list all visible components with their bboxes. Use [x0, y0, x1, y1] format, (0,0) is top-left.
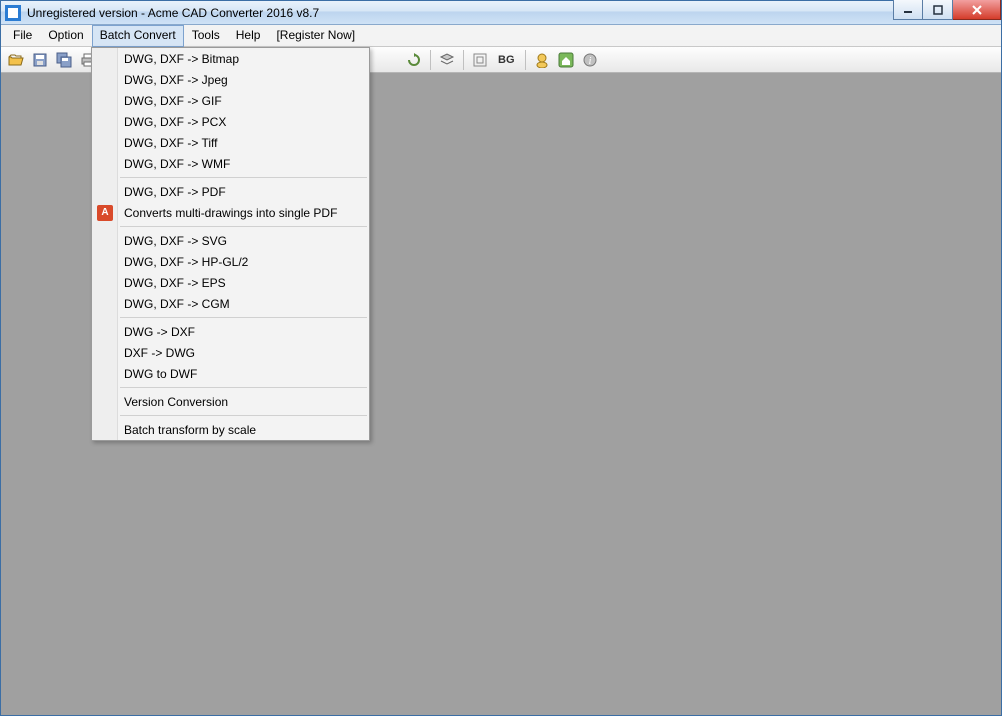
dd-dwg-dxf-pcx[interactable]: DWG, DXF -> PCX — [92, 111, 369, 132]
bg-button[interactable]: BG — [493, 49, 520, 71]
floppy-multi-icon — [56, 52, 72, 68]
save-button[interactable] — [29, 49, 51, 71]
dd-dwg-dxf-cgm[interactable]: DWG, DXF -> CGM — [92, 293, 369, 314]
batch-convert-dropdown: DWG, DXF -> Bitmap DWG, DXF -> Jpeg DWG,… — [91, 47, 370, 441]
dd-dxf-dwg[interactable]: DXF -> DWG — [92, 342, 369, 363]
close-icon — [971, 5, 983, 15]
dd-dwg-dxf-hpgl2[interactable]: DWG, DXF -> HP-GL/2 — [92, 251, 369, 272]
maximize-button[interactable] — [923, 0, 953, 20]
menu-register-now[interactable]: [Register Now] — [268, 25, 363, 47]
dd-multi-single-pdf[interactable]: Converts multi-drawings into single PDF — [92, 202, 369, 223]
app-window: Unregistered version - Acme CAD Converte… — [0, 0, 1002, 716]
info-button[interactable]: i — [579, 49, 601, 71]
bounds-button[interactable] — [469, 49, 491, 71]
home-button[interactable] — [555, 49, 577, 71]
dd-dwg-dxf-pdf[interactable]: DWG, DXF -> PDF — [92, 181, 369, 202]
layers-icon — [439, 52, 455, 68]
app-icon — [5, 5, 21, 21]
toolbar-separator — [525, 50, 526, 70]
bounds-icon — [472, 52, 488, 68]
dropdown-separator — [120, 387, 367, 388]
dd-version-conversion[interactable]: Version Conversion — [92, 391, 369, 412]
maximize-icon — [933, 5, 943, 15]
minimize-icon — [903, 5, 913, 15]
toolbar-separator — [463, 50, 464, 70]
dd-dwg-dxf-gif[interactable]: DWG, DXF -> GIF — [92, 90, 369, 111]
floppy-icon — [32, 52, 48, 68]
dd-dwg-dxf-svg[interactable]: DWG, DXF -> SVG — [92, 230, 369, 251]
menu-file[interactable]: File — [5, 25, 40, 47]
dropdown-separator — [120, 317, 367, 318]
titlebar: Unregistered version - Acme CAD Converte… — [1, 1, 1001, 25]
penguin-icon — [534, 52, 550, 68]
window-title: Unregistered version - Acme CAD Converte… — [27, 6, 319, 20]
dd-dwg-dxf[interactable]: DWG -> DXF — [92, 321, 369, 342]
refresh-icon — [406, 52, 422, 68]
refresh-button[interactable] — [403, 49, 425, 71]
menu-option[interactable]: Option — [40, 25, 91, 47]
window-controls — [893, 1, 1001, 24]
minimize-button[interactable] — [893, 0, 923, 20]
close-button[interactable] — [953, 0, 1001, 20]
home-icon — [558, 52, 574, 68]
dd-dwg-dxf-eps[interactable]: DWG, DXF -> EPS — [92, 272, 369, 293]
open-button[interactable] — [5, 49, 27, 71]
dd-dwg-dxf-jpeg[interactable]: DWG, DXF -> Jpeg — [92, 69, 369, 90]
dropdown-separator — [120, 226, 367, 227]
svg-text:i: i — [588, 56, 591, 67]
folder-open-icon — [8, 52, 24, 68]
menu-batch-convert[interactable]: Batch Convert — [92, 25, 184, 47]
dd-dwg-dwf[interactable]: DWG to DWF — [92, 363, 369, 384]
pdf-icon — [97, 205, 113, 221]
user-button[interactable] — [531, 49, 553, 71]
toolbar-separator — [430, 50, 431, 70]
dd-batch-transform-scale[interactable]: Batch transform by scale — [92, 419, 369, 440]
save-all-button[interactable] — [53, 49, 75, 71]
menu-tools[interactable]: Tools — [184, 25, 228, 47]
layers-button[interactable] — [436, 49, 458, 71]
menubar: File Option Batch Convert Tools Help [Re… — [1, 25, 1001, 47]
info-icon: i — [582, 52, 598, 68]
menu-help[interactable]: Help — [228, 25, 269, 47]
dd-dwg-dxf-wmf[interactable]: DWG, DXF -> WMF — [92, 153, 369, 174]
dropdown-separator — [120, 415, 367, 416]
dd-dwg-dxf-bitmap[interactable]: DWG, DXF -> Bitmap — [92, 48, 369, 69]
workspace: DWG, DXF -> Bitmap DWG, DXF -> Jpeg DWG,… — [1, 73, 1001, 715]
dd-dwg-dxf-tiff[interactable]: DWG, DXF -> Tiff — [92, 132, 369, 153]
dropdown-separator — [120, 177, 367, 178]
